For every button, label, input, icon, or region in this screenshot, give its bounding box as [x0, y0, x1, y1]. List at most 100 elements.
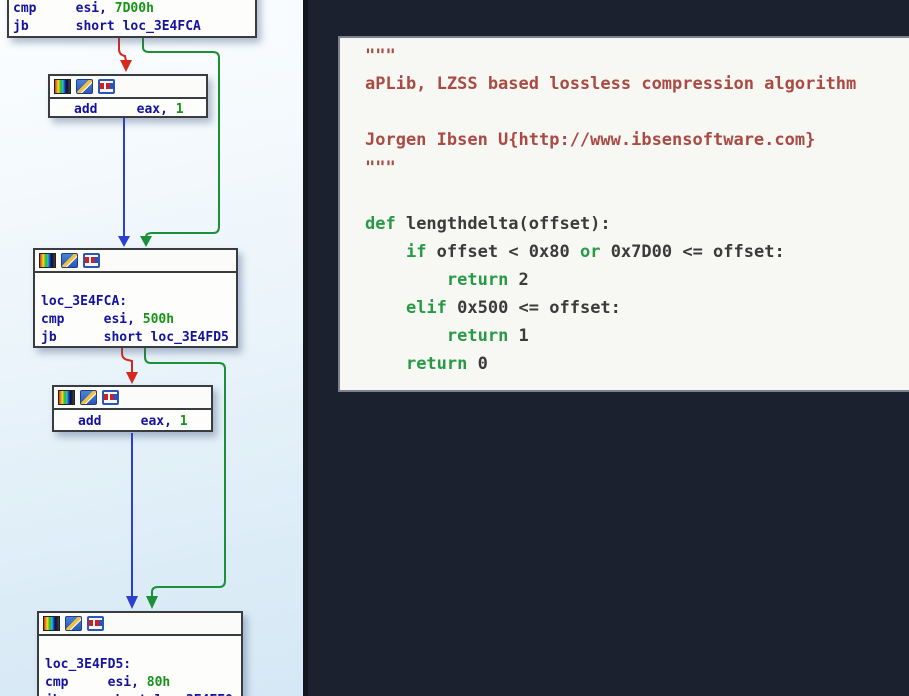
code-line	[365, 98, 909, 126]
code-segment: 80h	[147, 675, 170, 690]
code-segment: return	[447, 326, 508, 346]
code-segment: 1	[508, 326, 528, 346]
disassembly-graph-panel[interactable]: cmp esi, 7D00hjb short loc_3E4FCAadd eax…	[0, 0, 303, 696]
code-segment	[365, 354, 406, 374]
block-body: loc_3E4FD5:cmp esi, 80hjb short loc_3E4F…	[39, 636, 241, 696]
code-segment: offset < 0x80	[426, 242, 580, 262]
code-segment: 2	[508, 270, 528, 290]
code-segment: esi,	[76, 1, 115, 16]
code-segment: esi,	[104, 312, 143, 327]
code-line: if offset < 0x80 or 0x7D00 <= offset:	[365, 238, 909, 266]
palette-icon[interactable]	[54, 79, 71, 94]
asm-line: cmp esi, 80h	[45, 674, 237, 692]
block-cmp-7d00[interactable]: cmp esi, 7D00hjb short loc_3E4FCA	[7, 0, 257, 38]
code-line: elif 0x500 <= offset:	[365, 294, 909, 322]
asm-line: cmp esi, 500h	[41, 311, 232, 329]
edge-red-fallthrough-2	[122, 347, 138, 384]
xrefs-icon[interactable]	[83, 253, 100, 268]
asm-line: loc_3E4FCA:	[41, 293, 232, 311]
edit-icon[interactable]	[80, 390, 97, 405]
block-body: cmp esi, 7D00hjb short loc_3E4FCA	[9, 0, 255, 36]
asm-line: jb short loc_3E4FE0	[45, 692, 237, 696]
code-segment: 1	[176, 102, 184, 117]
edge-blue-unconditional-1	[118, 118, 130, 247]
code-segment: elif	[406, 298, 447, 318]
edge-blue-unconditional-2	[126, 433, 138, 609]
code-segment	[365, 298, 406, 318]
block-titlebar[interactable]	[54, 387, 211, 410]
code-line: """	[365, 154, 909, 182]
palette-icon[interactable]	[43, 616, 60, 631]
code-segment: add	[78, 414, 141, 429]
block-add-eax-1-first[interactable]: add eax, 1	[48, 74, 208, 118]
code-segment	[365, 326, 447, 346]
block-loc-3e4fd5[interactable]: loc_3E4FD5:cmp esi, 80hjb short loc_3E4F…	[37, 611, 243, 696]
code-segment: if	[406, 242, 426, 262]
asm-line: add eax, 1	[78, 413, 207, 431]
code-segment: return	[406, 354, 467, 374]
code-line: Jorgen Ibsen U{http://www.ibsensoftware.…	[365, 126, 909, 154]
block-titlebar[interactable]	[35, 250, 236, 273]
xrefs-icon[interactable]	[102, 390, 119, 405]
code-line: aPLib, LZSS based lossless compression a…	[365, 70, 909, 98]
block-titlebar[interactable]	[50, 76, 206, 99]
edge-green-jump-1	[140, 38, 219, 247]
code-segment: loc_3E4FD5:	[45, 657, 131, 672]
code-segment: add	[74, 102, 137, 117]
asm-line: cmp esi, 7D00h	[13, 0, 251, 18]
edit-icon[interactable]	[61, 253, 78, 268]
code-segment: jb	[41, 330, 104, 345]
code-segment: jb	[13, 19, 76, 34]
code-segment: return	[447, 270, 508, 290]
code-segment: """	[365, 46, 396, 66]
code-segment: def	[365, 214, 396, 234]
code-segment: 7D00h	[115, 1, 154, 16]
code-segment: Jorgen Ibsen U{http://www.ibsensoftware.…	[365, 130, 815, 150]
code-segment: cmp	[41, 312, 104, 327]
code-segment	[365, 270, 447, 290]
code-segment: lengthdelta(offset):	[396, 214, 611, 234]
code-line: return 0	[365, 350, 909, 378]
block-add-eax-1-second[interactable]: add eax, 1	[52, 385, 213, 432]
code-segment: 0x7D00 <= offset:	[600, 242, 784, 262]
palette-icon[interactable]	[39, 253, 56, 268]
xrefs-icon[interactable]	[98, 79, 115, 94]
code-segment: short loc_3E4FCA	[76, 19, 201, 34]
code-segment: 0	[467, 354, 487, 374]
python-editor-panel[interactable]: """ aPLib, LZSS based lossless compressio…	[338, 36, 909, 392]
code-segment: or	[580, 242, 600, 262]
palette-icon[interactable]	[58, 390, 75, 405]
block-body: loc_3E4FCA:cmp esi, 500hjb short loc_3E4…	[35, 273, 236, 347]
edge-red-fallthrough-1	[119, 38, 132, 72]
edit-icon[interactable]	[65, 616, 82, 631]
code-segment: """	[365, 158, 396, 178]
code-segment: eax,	[137, 102, 176, 117]
xrefs-icon[interactable]	[87, 616, 104, 631]
code-segment: aPLib, LZSS based lossless compression a…	[365, 74, 856, 94]
code-line: return 2	[365, 266, 909, 294]
block-loc-3e4fca[interactable]: loc_3E4FCA:cmp esi, 500hjb short loc_3E4…	[33, 248, 238, 348]
code-segment: cmp	[13, 1, 76, 16]
code-segment	[365, 242, 406, 262]
block-body: add eax, 1	[50, 99, 206, 119]
asm-line: jb short loc_3E4FCA	[13, 18, 251, 36]
code-segment: 1	[180, 414, 188, 429]
code-line	[365, 182, 909, 210]
code-segment: cmp	[45, 675, 108, 690]
block-titlebar[interactable]	[39, 613, 241, 636]
asm-line: loc_3E4FD5:	[45, 656, 237, 674]
code-line: """	[365, 42, 909, 70]
code-segment: short loc_3E4FD5	[104, 330, 229, 345]
code-segment: eax,	[141, 414, 180, 429]
edit-icon[interactable]	[76, 79, 93, 94]
code-segment: 500h	[143, 312, 174, 327]
panel-divider	[303, 0, 308, 696]
block-body: add eax, 1	[54, 410, 211, 431]
code-segment: esi,	[108, 675, 147, 690]
code-line: def lengthdelta(offset):	[365, 210, 909, 238]
code-area[interactable]: """ aPLib, LZSS based lossless compressio…	[365, 42, 909, 390]
code-line: return 1	[365, 322, 909, 350]
code-segment: loc_3E4FCA:	[41, 294, 127, 309]
code-segment: 0x500 <= offset:	[447, 298, 621, 318]
asm-line: add eax, 1	[74, 101, 202, 119]
